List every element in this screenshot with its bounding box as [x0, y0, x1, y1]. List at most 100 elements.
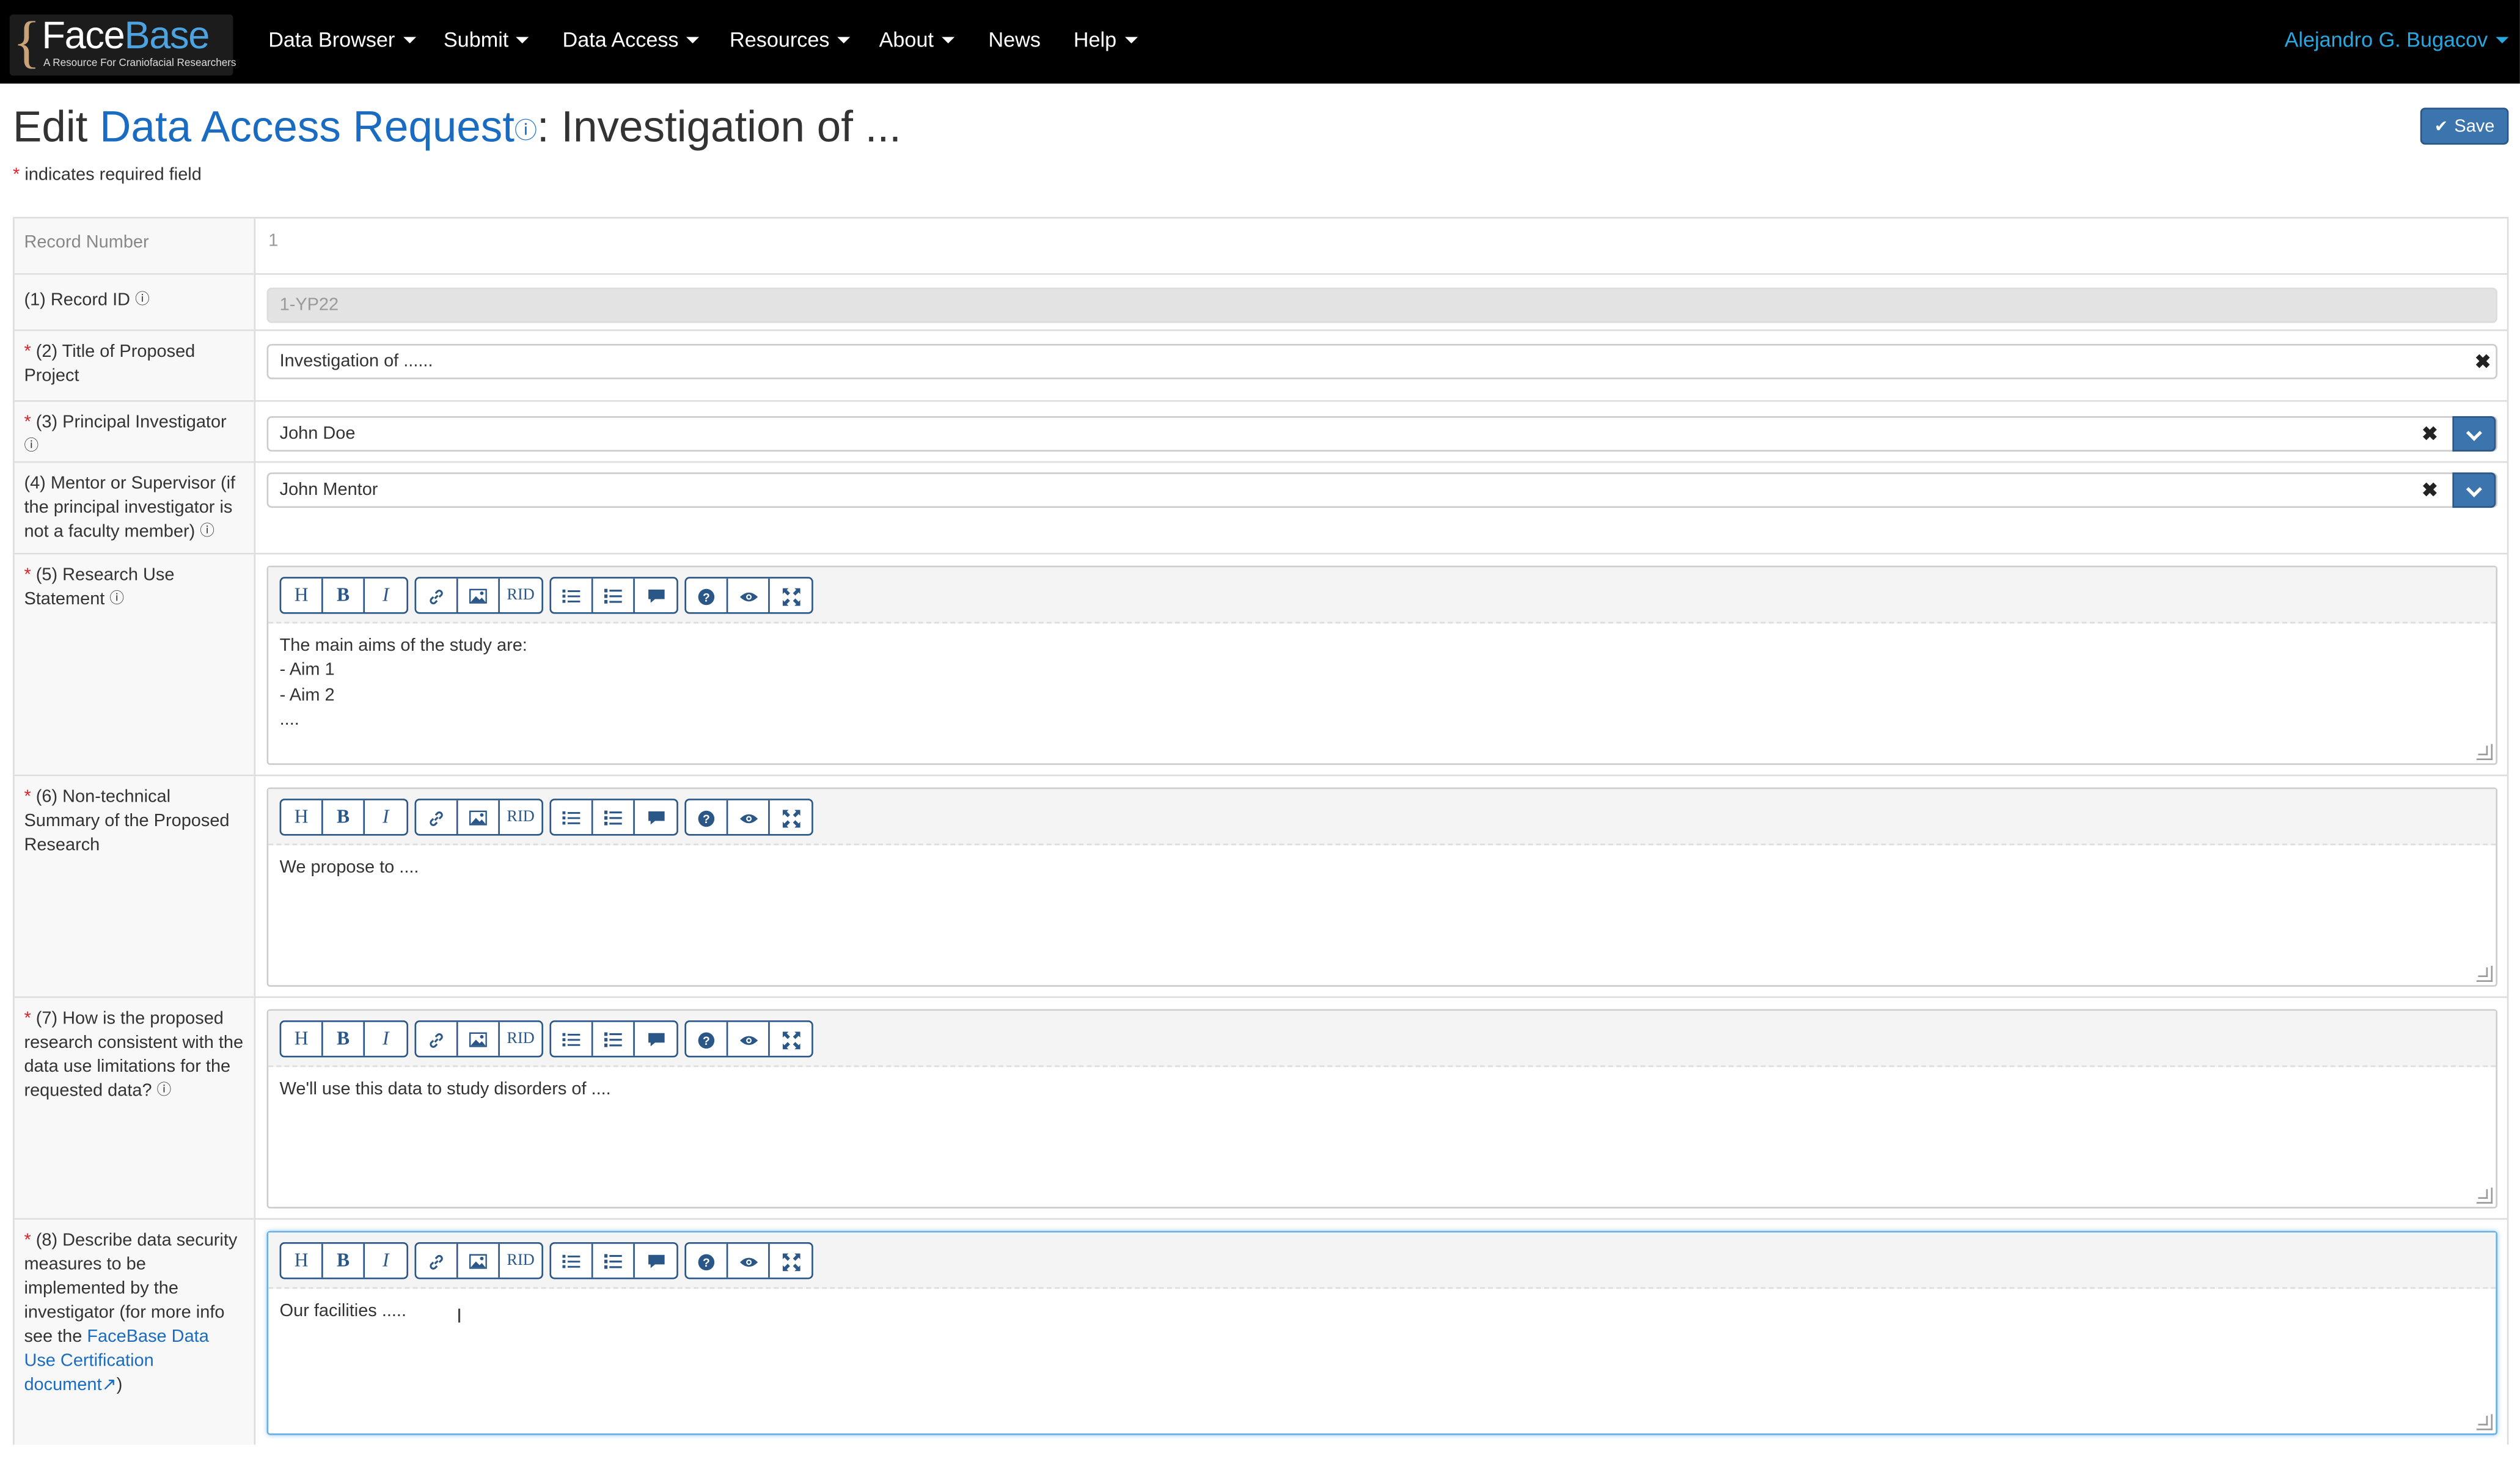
numbered-list-button[interactable]	[593, 800, 635, 834]
data-access-request-link[interactable]: Data Access Request	[100, 103, 515, 151]
image-button[interactable]	[458, 1022, 500, 1056]
quote-button[interactable]	[635, 1244, 676, 1278]
clear-mentor-icon[interactable]: ✖	[2422, 474, 2438, 507]
italic-button[interactable]: I	[365, 800, 406, 834]
nav-news[interactable]: News	[988, 27, 1041, 51]
preview-button[interactable]	[728, 578, 770, 613]
image-button[interactable]	[458, 800, 500, 834]
fullscreen-icon	[782, 805, 800, 828]
summary-editor[interactable]: H B I RID? We propose to ....	[266, 787, 2498, 987]
edit-form: Record Number 1 (1) Record ID ⓘ 1-YP22 *…	[13, 217, 2509, 1464]
research-use-text[interactable]: The main aims of the study are: - Aim 1 …	[280, 635, 2480, 733]
bold-button[interactable]: B	[323, 578, 365, 613]
comment-icon	[647, 1027, 665, 1050]
heading-button[interactable]: H	[281, 800, 323, 834]
preview-button[interactable]	[728, 1022, 770, 1056]
nav-data-browser[interactable]: Data Browser	[268, 27, 416, 51]
help-button[interactable]: ?	[686, 1243, 728, 1278]
rid-button[interactable]: RID	[500, 579, 541, 612]
bullet-list-button[interactable]	[551, 1022, 593, 1056]
numbered-list-button[interactable]	[593, 1022, 635, 1056]
help-button[interactable]: ?	[686, 800, 728, 834]
fullscreen-button[interactable]	[770, 800, 811, 834]
clear-title-icon[interactable]: ✖	[2475, 350, 2491, 373]
help-button[interactable]: ?	[686, 1022, 728, 1056]
bullet-list-icon	[562, 584, 581, 606]
numbered-list-button[interactable]	[593, 1243, 635, 1278]
nav-resources[interactable]: Resources	[730, 27, 851, 51]
bold-button[interactable]: B	[323, 1022, 365, 1056]
preview-button[interactable]	[728, 800, 770, 834]
principal-investigator-input[interactable]: John Doe ✖	[266, 416, 2498, 452]
bold-button[interactable]: B	[323, 800, 365, 834]
quote-button[interactable]	[635, 800, 676, 834]
toolbar-group: RID	[414, 577, 543, 614]
bullet-list-button[interactable]	[551, 578, 593, 613]
link-button[interactable]	[416, 1243, 458, 1278]
consistency-editor[interactable]: H B I RID? We'll use this data to study dis…	[266, 1009, 2498, 1209]
label-principal-investigator: * (3) Principal Investigator ⓘ	[13, 401, 256, 461]
image-button[interactable]	[458, 578, 500, 613]
toolbar-group: ?	[684, 1020, 813, 1058]
image-icon	[469, 805, 487, 828]
link-button[interactable]	[416, 1022, 458, 1056]
comment-icon	[647, 584, 665, 606]
image-button[interactable]	[458, 1243, 500, 1278]
italic-button[interactable]: I	[365, 1022, 406, 1056]
rid-button[interactable]: RID	[500, 800, 541, 834]
bullet-list-button[interactable]	[551, 800, 593, 834]
user-menu[interactable]: Alejandro G. Bugacov	[2285, 27, 2509, 51]
fullscreen-button[interactable]	[770, 579, 811, 612]
resize-handle-icon[interactable]	[2476, 965, 2493, 982]
preview-button[interactable]	[728, 1243, 770, 1278]
link-icon	[428, 1249, 445, 1272]
mentor-input[interactable]: John Mentor ✖	[266, 472, 2498, 508]
info-icon[interactable]: ⓘ	[157, 1082, 172, 1097]
security-editor[interactable]: H B I RID? Our facilities ..... I	[266, 1231, 2498, 1435]
resize-handle-icon[interactable]	[2476, 1414, 2493, 1430]
summary-text[interactable]: We propose to ....	[280, 857, 2480, 881]
rid-button[interactable]: RID	[500, 1244, 541, 1278]
resize-handle-icon[interactable]	[2476, 744, 2493, 760]
fullscreen-button[interactable]	[770, 1244, 811, 1278]
title-input[interactable]: Investigation of ......	[266, 343, 2498, 379]
mentor-dropdown-button[interactable]	[2452, 472, 2496, 508]
research-use-editor[interactable]: H B I RID? The main aims of the study are: …	[266, 565, 2498, 765]
toolbar-group: HBI	[279, 1242, 409, 1279]
quote-button[interactable]	[635, 579, 676, 612]
bold-button[interactable]: B	[323, 1243, 365, 1278]
info-icon[interactable]: ⓘ	[24, 437, 38, 453]
quote-button[interactable]	[635, 1022, 676, 1056]
info-icon[interactable]: ⓘ	[515, 117, 537, 143]
link-button[interactable]	[416, 578, 458, 613]
markdown-toolbar: H B I RID?	[268, 789, 2496, 846]
nav-help[interactable]: Help	[1074, 27, 1138, 51]
rid-button[interactable]: RID	[500, 1022, 541, 1056]
save-button[interactable]: ✔ Save	[2420, 108, 2509, 145]
security-text[interactable]: Our facilities .....	[280, 1300, 2480, 1325]
italic-button[interactable]: I	[365, 579, 406, 612]
info-icon[interactable]: ⓘ	[109, 590, 124, 606]
heading-button[interactable]: H	[281, 1243, 323, 1278]
nav-data-access[interactable]: Data Access	[563, 27, 700, 51]
link-button[interactable]	[416, 800, 458, 834]
clear-pi-icon[interactable]: ✖	[2422, 418, 2438, 450]
consistency-text[interactable]: We'll use this data to study disorders o…	[280, 1078, 2480, 1103]
logo-brace-icon: {	[13, 9, 41, 74]
heading-button[interactable]: H	[281, 578, 323, 613]
heading-button[interactable]: H	[281, 1022, 323, 1056]
fullscreen-button[interactable]	[770, 1022, 811, 1056]
toolbar-group: ?	[684, 577, 813, 614]
info-icon[interactable]: ⓘ	[135, 291, 150, 307]
help-button[interactable]: ?	[686, 578, 728, 613]
label-security: * (8) Describe data security measures to…	[13, 1220, 256, 1445]
info-icon[interactable]: ⓘ	[200, 522, 214, 538]
numbered-list-button[interactable]	[593, 578, 635, 613]
nav-submit[interactable]: Submit	[444, 27, 530, 51]
bullet-list-button[interactable]	[551, 1243, 593, 1278]
facebase-logo[interactable]: { FaceBase A Resource For Craniofacial R…	[9, 11, 236, 76]
resize-handle-icon[interactable]	[2476, 1187, 2493, 1204]
nav-about[interactable]: About	[879, 27, 955, 51]
pi-dropdown-button[interactable]	[2452, 416, 2496, 452]
italic-button[interactable]: I	[365, 1244, 406, 1278]
